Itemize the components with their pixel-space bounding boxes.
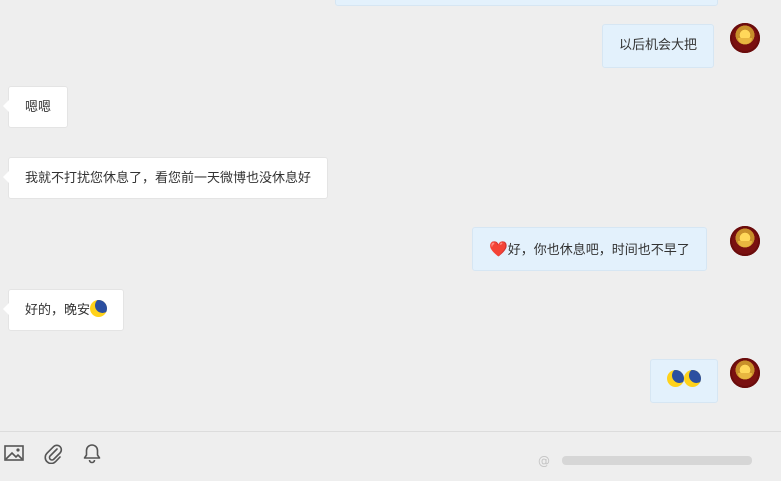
message-bubble-incoming: 我就不打扰您休息了，看您前一天微博也没休息好	[2, 157, 329, 199]
message-bubble-incoming: 嗯嗯	[2, 86, 69, 128]
chat-history: 以后机会大把 嗯嗯 我就不打扰您休息了，看您前一天微博也没休息好 ❤️好，你也休…	[0, 0, 781, 431]
message-bubble-outgoing: ❤️好，你也休息吧，时间也不早了	[472, 227, 707, 271]
moon-face-icon	[667, 370, 684, 387]
watermark-text: @	[538, 454, 551, 468]
watermark: @	[538, 452, 756, 470]
message-text: 嗯嗯	[25, 100, 52, 115]
avatar[interactable]	[730, 226, 760, 256]
attachment-icon[interactable]	[42, 442, 64, 464]
moon-face-icon	[684, 370, 701, 387]
message-bubble-partial	[335, 0, 718, 6]
avatar[interactable]	[730, 358, 760, 388]
message-bubble-outgoing: 以后机会大把	[602, 24, 715, 68]
message-text: 好，你也休息吧，时间也不早了	[507, 243, 690, 258]
avatar[interactable]	[730, 23, 760, 53]
message-text: 以后机会大把	[619, 38, 698, 53]
message-text: 我就不打扰您休息了，看您前一天微博也没休息好	[25, 171, 312, 186]
message-bubble-incoming: 好的，晚安	[2, 289, 125, 331]
message-text: 好的，晚安	[25, 303, 91, 318]
heart-icon: ❤️	[489, 240, 508, 258]
image-icon[interactable]	[3, 442, 25, 464]
watermark-blur	[561, 456, 752, 465]
message-bubble-outgoing	[650, 359, 718, 403]
moon-face-icon	[90, 300, 108, 317]
bell-icon[interactable]	[81, 442, 103, 464]
